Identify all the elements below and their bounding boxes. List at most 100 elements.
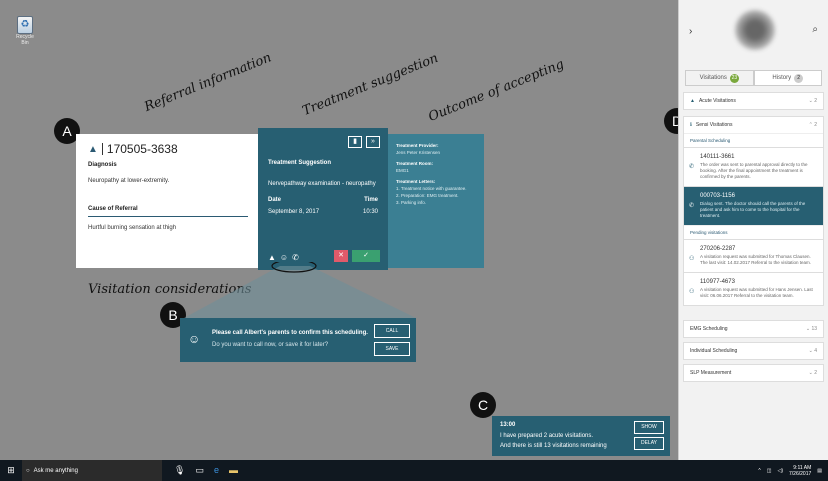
chevron-up-icon[interactable]: ^ xyxy=(758,468,760,474)
divider xyxy=(101,143,103,155)
warning-icon[interactable]: ▲ xyxy=(268,253,276,262)
call-notification: ☺ Please call Albert's parents to confir… xyxy=(180,318,416,362)
letter-item: 2. Preparation: EMG treatment. xyxy=(396,193,459,198)
chevron-down-icon[interactable]: ⌄ 13 xyxy=(806,326,817,332)
edge-icon[interactable]: e xyxy=(214,465,219,476)
item-text: The order was sent to parental approval … xyxy=(700,162,808,179)
letter-item: 3. Parking info. xyxy=(396,200,427,205)
notification-line1: I have prepared 2 acute visitations. xyxy=(500,433,594,439)
label-c: C xyxy=(470,392,496,418)
letters-label: Treatment Letters: xyxy=(396,179,436,184)
cortana-icon: ○ xyxy=(26,467,30,474)
item-id: 140111-3661 xyxy=(700,154,735,160)
person-icon: ▲ xyxy=(88,143,98,155)
treatment-body: Nervepathway examination - neuropathy xyxy=(268,181,376,187)
annotation-outcome: Outcome of accepting xyxy=(426,56,567,125)
provider-value: Jens Peter Kristensen xyxy=(396,150,441,155)
section-label: Individual Scheduling xyxy=(690,348,738,354)
task-view-icon[interactable]: ▭ xyxy=(195,465,204,476)
room-value: EMG1 xyxy=(396,168,409,173)
time-label: Time xyxy=(364,197,378,203)
recycle-bin-icon: ♻ xyxy=(17,16,33,34)
chevron-down-icon[interactable]: ⌄ 4 xyxy=(809,348,817,354)
annotation-referral: Referral information xyxy=(142,50,274,115)
accept-button[interactable]: ✓ xyxy=(352,250,380,262)
list-item[interactable]: ✆ 140111-3661 The order was sent to pare… xyxy=(684,147,823,186)
patient-id: 170505-3638 xyxy=(106,142,178,156)
call-button[interactable]: CALL xyxy=(374,324,410,338)
notification-line2: And there is still 13 visitations remain… xyxy=(500,443,607,449)
microphone-icon[interactable]: 🎙 xyxy=(174,465,185,476)
chevron-down-icon[interactable]: ⌄ 2 xyxy=(809,98,817,104)
phone-icon[interactable]: ✆ xyxy=(292,253,299,262)
folder-icon[interactable]: ▬ xyxy=(229,465,238,476)
item-id: 270206-2287 xyxy=(700,246,736,252)
cause-label: Cause of Referral xyxy=(88,206,138,212)
item-text: Dialog sent. The doctor should call the … xyxy=(700,201,806,218)
diagnosis-value: Neuropathy at lower-extremity. xyxy=(88,178,170,184)
recycle-bin-label: Recycle Bin xyxy=(16,34,34,46)
clock-date: 7/26/2017 xyxy=(789,470,812,477)
tab-label: History xyxy=(772,75,792,81)
divider xyxy=(88,216,248,217)
section-slp[interactable]: SLP Measurement ⌄ 2 xyxy=(683,364,824,382)
date-value[interactable]: September 8, 2017 xyxy=(268,209,319,215)
notification-title: Please call Albert's parents to confirm … xyxy=(212,330,368,336)
outcome-card: Treatment Provider: Jens Peter Kristense… xyxy=(388,134,484,268)
item-text: A visitation request was submitted for T… xyxy=(700,254,812,265)
referral-card: ▲ 170505-3638 Diagnosis Neuropathy at lo… xyxy=(76,134,260,268)
list-item[interactable]: ⚇ 270206-2287 A visitation request was s… xyxy=(684,239,823,272)
treatment-card: ▮ » Treatment Suggestion Nervepathway ex… xyxy=(258,128,388,270)
count-badge: 23 xyxy=(729,73,739,83)
treatment-title: Treatment Suggestion xyxy=(268,160,332,166)
visitation-notification: 13:00 I have prepared 2 acute visitation… xyxy=(492,416,670,456)
section-acute[interactable]: ▲ Acute Visitations ⌄ 2 xyxy=(683,92,824,110)
tab-history[interactable]: History 2 xyxy=(753,70,822,86)
search-box[interactable]: ○ Ask me anything xyxy=(22,460,162,481)
phone-icon: ✆ xyxy=(689,203,695,209)
section-sensi[interactable]: ℹ Sensi Visitations ⌃ 2 Parental Schedul… xyxy=(683,116,824,306)
section-individual[interactable]: Individual Scheduling ⌄ 4 xyxy=(683,342,824,360)
section-label: Sensi Visitations xyxy=(695,122,733,128)
volume-icon[interactable]: ◁) xyxy=(778,468,784,474)
list-item[interactable]: ⚇ 110977-4673 A visitation request was s… xyxy=(684,272,823,305)
chevron-up-icon[interactable]: ⌃ 2 xyxy=(809,122,817,128)
chevron-down-icon[interactable]: ⌄ 2 xyxy=(809,370,817,376)
section-emg[interactable]: EMG Scheduling ⌄ 13 xyxy=(683,320,824,338)
pin-icon[interactable]: ▮ xyxy=(348,136,362,148)
room-label: Treatment Room: xyxy=(396,161,434,166)
forward-icon[interactable]: » xyxy=(366,136,380,148)
search-icon[interactable]: ⌕ xyxy=(812,24,818,35)
item-id: 000703-1156 xyxy=(700,193,735,199)
list-item-selected[interactable]: ✆ 000703-1156 Dialog sent. The doctor sh… xyxy=(684,186,823,225)
phone-icon: ✆ xyxy=(689,164,695,170)
tab-visitations[interactable]: Visitations 23 xyxy=(685,70,754,86)
save-button[interactable]: SAVE xyxy=(374,342,410,356)
taskbar: ⊞ ○ Ask me anything 🎙 ▭ e ▬ ^ ◫ ◁) 9:11 … xyxy=(0,460,828,481)
visitation-panel: › ⌕ Visitations 23 History 2 ▲ Acute Vis… xyxy=(678,0,828,460)
warning-icon: ▲ xyxy=(690,98,695,104)
avatar xyxy=(735,10,775,50)
time-value[interactable]: 10:30 xyxy=(363,209,378,215)
notification-time: 13:00 xyxy=(500,422,516,428)
search-placeholder: Ask me anything xyxy=(33,467,78,474)
desktop: ♻ Recycle Bin Referral information Treat… xyxy=(0,0,690,460)
chevron-right-icon[interactable]: › xyxy=(689,26,692,37)
network-icon[interactable]: ◫ xyxy=(767,468,772,474)
notification-subtitle: Do you want to call now, or save it for … xyxy=(212,342,329,348)
show-button[interactable]: SHOW xyxy=(634,421,664,434)
diagnosis-label: Diagnosis xyxy=(88,162,117,168)
reject-button[interactable]: ✕ xyxy=(334,250,348,262)
notifications-icon[interactable]: ▤ xyxy=(817,468,822,474)
callout-cone xyxy=(184,262,416,318)
count-badge: 2 xyxy=(794,73,804,83)
provider-label: Treatment Provider: xyxy=(396,143,439,148)
tab-label: Visitations xyxy=(699,75,727,81)
clock[interactable]: 9:11 AM 7/26/2017 xyxy=(789,465,811,477)
item-text: A visitation request was submitted for H… xyxy=(700,287,813,298)
recycle-bin[interactable]: ♻ Recycle Bin xyxy=(14,14,36,46)
delay-button[interactable]: DELAY xyxy=(634,437,664,450)
smiley-icon[interactable]: ☺ xyxy=(280,253,288,262)
windows-start-icon[interactable]: ⊞ xyxy=(0,465,22,476)
patient-id-row: ▲ 170505-3638 xyxy=(88,142,248,156)
